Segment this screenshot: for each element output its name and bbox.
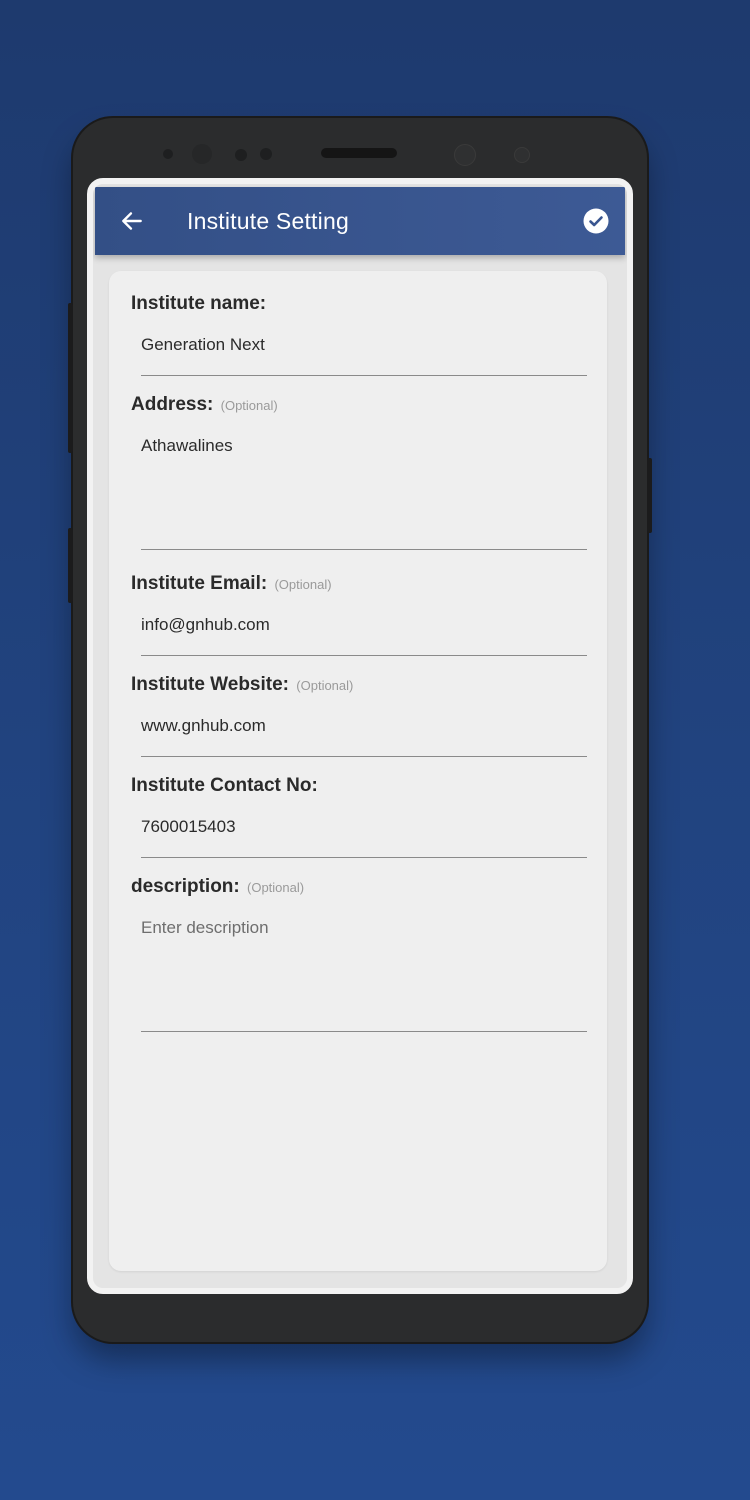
field-label: Address: (Optional) (131, 394, 589, 416)
address-input[interactable]: Athawalines (141, 436, 587, 550)
field-label: Institute Website: (Optional) (131, 674, 589, 696)
sensor-icon (235, 149, 247, 161)
arrow-left-icon[interactable] (119, 208, 145, 234)
sensor-icon (514, 147, 530, 163)
field-label: Institute name: (131, 293, 589, 315)
phone-power-button (647, 458, 652, 533)
institute-website-field: Institute Website: (Optional) (131, 674, 589, 757)
description-label: description: (131, 876, 240, 897)
institute-website-input[interactable] (141, 716, 587, 757)
field-label: Institute Contact No: (131, 775, 589, 797)
sensor-icon (163, 149, 173, 159)
phone-bixby-button (68, 528, 73, 603)
check-circle-icon[interactable] (583, 208, 609, 234)
phone-volume-button (68, 303, 73, 453)
institute-name-label: Institute name: (131, 293, 267, 314)
optional-tag: (Optional) (296, 678, 354, 693)
institute-email-label: Institute Email: (131, 573, 268, 594)
front-camera-icon (192, 144, 212, 164)
institute-email-field: Institute Email: (Optional) (131, 573, 589, 656)
description-field: description: (Optional) (131, 876, 589, 1032)
address-field: Address: (Optional) Athawalines (131, 394, 589, 550)
optional-tag: (Optional) (274, 577, 332, 592)
sensor-icon (260, 148, 272, 160)
institute-contact-input[interactable] (141, 817, 587, 858)
app-bar: Institute Setting (95, 187, 625, 255)
optional-tag: (Optional) (247, 880, 305, 895)
phone-frame: Institute Setting Institute name: Addres… (68, 118, 652, 1342)
iris-scanner-icon (454, 144, 476, 166)
page-title: Institute Setting (187, 207, 349, 234)
institute-contact-label: Institute Contact No: (131, 775, 318, 796)
screen: Institute Setting Institute name: Addres… (87, 178, 633, 1294)
earpiece-speaker (321, 148, 397, 158)
description-input[interactable] (141, 918, 587, 1032)
institute-name-input[interactable] (141, 335, 587, 376)
address-label: Address: (131, 394, 214, 415)
field-label: description: (Optional) (131, 876, 589, 898)
institute-website-label: Institute Website: (131, 674, 289, 695)
institute-email-input[interactable] (141, 615, 587, 656)
institute-contact-field: Institute Contact No: (131, 775, 589, 858)
institute-name-field: Institute name: (131, 293, 589, 376)
optional-tag: (Optional) (220, 398, 278, 413)
field-label: Institute Email: (Optional) (131, 573, 589, 595)
settings-form: Institute name: Address: (Optional) Atha… (109, 271, 607, 1271)
